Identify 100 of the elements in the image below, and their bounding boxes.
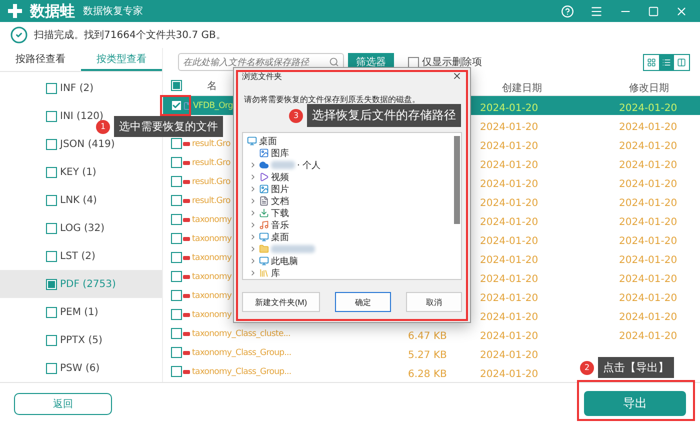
deleted-mark-icon bbox=[183, 236, 190, 240]
column-header[interactable]: 修改日期 bbox=[629, 83, 669, 94]
expand-chevron-icon[interactable] bbox=[249, 245, 257, 253]
file-name: taxonomy bbox=[192, 234, 232, 244]
file-type-item[interactable]: LOG (32) bbox=[46, 222, 105, 234]
checkbox[interactable] bbox=[46, 82, 57, 94]
created-date: 2024-01-20 bbox=[480, 198, 538, 209]
file-name: result.Gro bbox=[192, 176, 230, 186]
back-button[interactable]: 返回 bbox=[14, 392, 112, 414]
expand-chevron-icon[interactable] bbox=[249, 173, 257, 181]
file-type-item[interactable]: INI (120) bbox=[46, 110, 104, 122]
folder-tree-item[interactable]: 文档 bbox=[259, 194, 289, 208]
checkbox[interactable] bbox=[170, 309, 182, 320]
grid-view-icon[interactable] bbox=[647, 58, 656, 66]
checkbox[interactable] bbox=[170, 195, 182, 206]
checkbox[interactable] bbox=[170, 347, 182, 358]
deleted-mark-icon bbox=[183, 142, 190, 146]
checkbox[interactable] bbox=[46, 278, 57, 290]
file-name: taxonomy_Class_cluste... bbox=[192, 328, 290, 338]
desktop-icon bbox=[247, 136, 257, 146]
folder-tree-item[interactable]: 桌面 bbox=[247, 134, 277, 148]
checkbox[interactable] bbox=[46, 250, 57, 262]
folder-tree-item[interactable]: · 个人 bbox=[259, 158, 321, 172]
folder-tree-item[interactable]: 图库 bbox=[259, 146, 289, 160]
column-header[interactable]: 创建日期 bbox=[502, 83, 542, 94]
checkbox[interactable] bbox=[46, 362, 57, 374]
file-size: 6.28 KB bbox=[408, 369, 447, 380]
dialog-button[interactable]: 确定 bbox=[335, 292, 391, 312]
close-icon[interactable] bbox=[452, 71, 462, 81]
folder-tree-item[interactable]: 下载 bbox=[259, 206, 289, 220]
view-tab[interactable]: 按类型查看 bbox=[81, 48, 162, 71]
checkbox[interactable] bbox=[170, 157, 182, 168]
maximize-icon[interactable] bbox=[648, 6, 659, 16]
expand-chevron-icon[interactable] bbox=[249, 209, 257, 217]
deleted-mark-icon bbox=[183, 370, 190, 374]
folder-tree-item[interactable]: 库 bbox=[259, 266, 280, 279]
view-tab[interactable]: 按路径查看 bbox=[0, 48, 81, 71]
expand-chevron-icon[interactable] bbox=[249, 161, 257, 169]
list-view-button[interactable] bbox=[659, 54, 674, 70]
folder-tree-item[interactable]: 此电脑 bbox=[259, 254, 298, 268]
search-field[interactable]: 在此处输入文件名称或保存路径 bbox=[178, 53, 344, 71]
checkbox[interactable] bbox=[46, 222, 57, 234]
checkbox[interactable] bbox=[46, 138, 57, 150]
checkbox[interactable] bbox=[170, 138, 182, 149]
checkbox[interactable] bbox=[46, 334, 57, 346]
column-header[interactable]: 名 bbox=[207, 78, 217, 92]
created-date: 2024-01-20 bbox=[480, 350, 538, 361]
annotation-tooltip: 选中需要恢复的文件 bbox=[114, 116, 223, 137]
modified-date: 2024-01-20 bbox=[619, 217, 678, 228]
file-type-item[interactable]: JSON (419) bbox=[46, 138, 115, 150]
checkbox[interactable] bbox=[170, 252, 182, 263]
computer-icon bbox=[259, 256, 269, 266]
expand-chevron-icon[interactable] bbox=[249, 269, 257, 277]
file-type-item[interactable]: INF (2) bbox=[46, 82, 94, 94]
help-icon[interactable] bbox=[561, 4, 574, 18]
checkbox[interactable] bbox=[170, 366, 182, 377]
dialog-title: 浏览文件夹 bbox=[242, 70, 282, 82]
dialog-button[interactable]: 取消 bbox=[406, 292, 462, 312]
app-subtitle: 数据恢复专家 bbox=[83, 4, 143, 18]
expand-chevron-icon[interactable] bbox=[249, 185, 257, 193]
file-type-item[interactable]: KEY (1) bbox=[46, 166, 96, 178]
scrollbar-thumb[interactable] bbox=[454, 136, 460, 224]
dialog-button[interactable]: 新建文件夹(M) bbox=[242, 292, 320, 312]
file-type-item[interactable]: LST (2) bbox=[46, 250, 96, 262]
checkbox[interactable] bbox=[46, 110, 57, 122]
select-all-checkbox[interactable] bbox=[170, 80, 182, 91]
expand-chevron-icon[interactable] bbox=[249, 257, 257, 265]
checkbox[interactable] bbox=[170, 290, 182, 301]
checkbox[interactable] bbox=[170, 271, 182, 282]
expand-chevron-icon[interactable] bbox=[249, 197, 257, 205]
folder-tree-item[interactable]: 音乐 bbox=[259, 218, 289, 232]
checkbox[interactable] bbox=[170, 100, 182, 111]
file-type-item[interactable]: PSW (6) bbox=[46, 362, 100, 374]
music-icon bbox=[259, 220, 269, 230]
checkbox[interactable] bbox=[170, 328, 182, 339]
file-name: taxonomy bbox=[192, 252, 232, 262]
search-icon bbox=[329, 57, 339, 67]
checkbox[interactable] bbox=[170, 176, 182, 187]
file-size: 5.27 KB bbox=[408, 350, 447, 361]
expand-chevron-icon[interactable] bbox=[249, 233, 257, 241]
file-name: taxonomy bbox=[192, 310, 232, 320]
folder-tree-item[interactable]: 视频 bbox=[259, 170, 289, 184]
export-button[interactable]: 导出 bbox=[584, 391, 686, 416]
expand-chevron-icon[interactable] bbox=[249, 221, 257, 229]
menu-icon[interactable] bbox=[590, 4, 603, 18]
checkbox[interactable] bbox=[170, 214, 182, 225]
checkbox[interactable] bbox=[46, 166, 57, 178]
list-view-icon[interactable] bbox=[662, 58, 671, 66]
deleted-only-toggle[interactable]: 仅显示删除项 bbox=[408, 55, 482, 69]
checkbox[interactable] bbox=[170, 233, 182, 244]
detail-view-icon[interactable] bbox=[677, 58, 686, 66]
file-type-item[interactable]: LNK (4) bbox=[46, 194, 97, 206]
folder-tree-item[interactable]: 图片 bbox=[259, 182, 289, 196]
file-type-item[interactable]: PPTX (5) bbox=[46, 334, 102, 346]
file-name: taxonomy bbox=[192, 272, 232, 282]
checkbox[interactable] bbox=[46, 306, 57, 318]
folder-tree-item[interactable]: 桌面 bbox=[259, 230, 289, 244]
checkbox[interactable] bbox=[46, 194, 57, 206]
file-type-item[interactable]: PEM (1) bbox=[46, 306, 98, 318]
checkbox[interactable] bbox=[408, 56, 419, 68]
